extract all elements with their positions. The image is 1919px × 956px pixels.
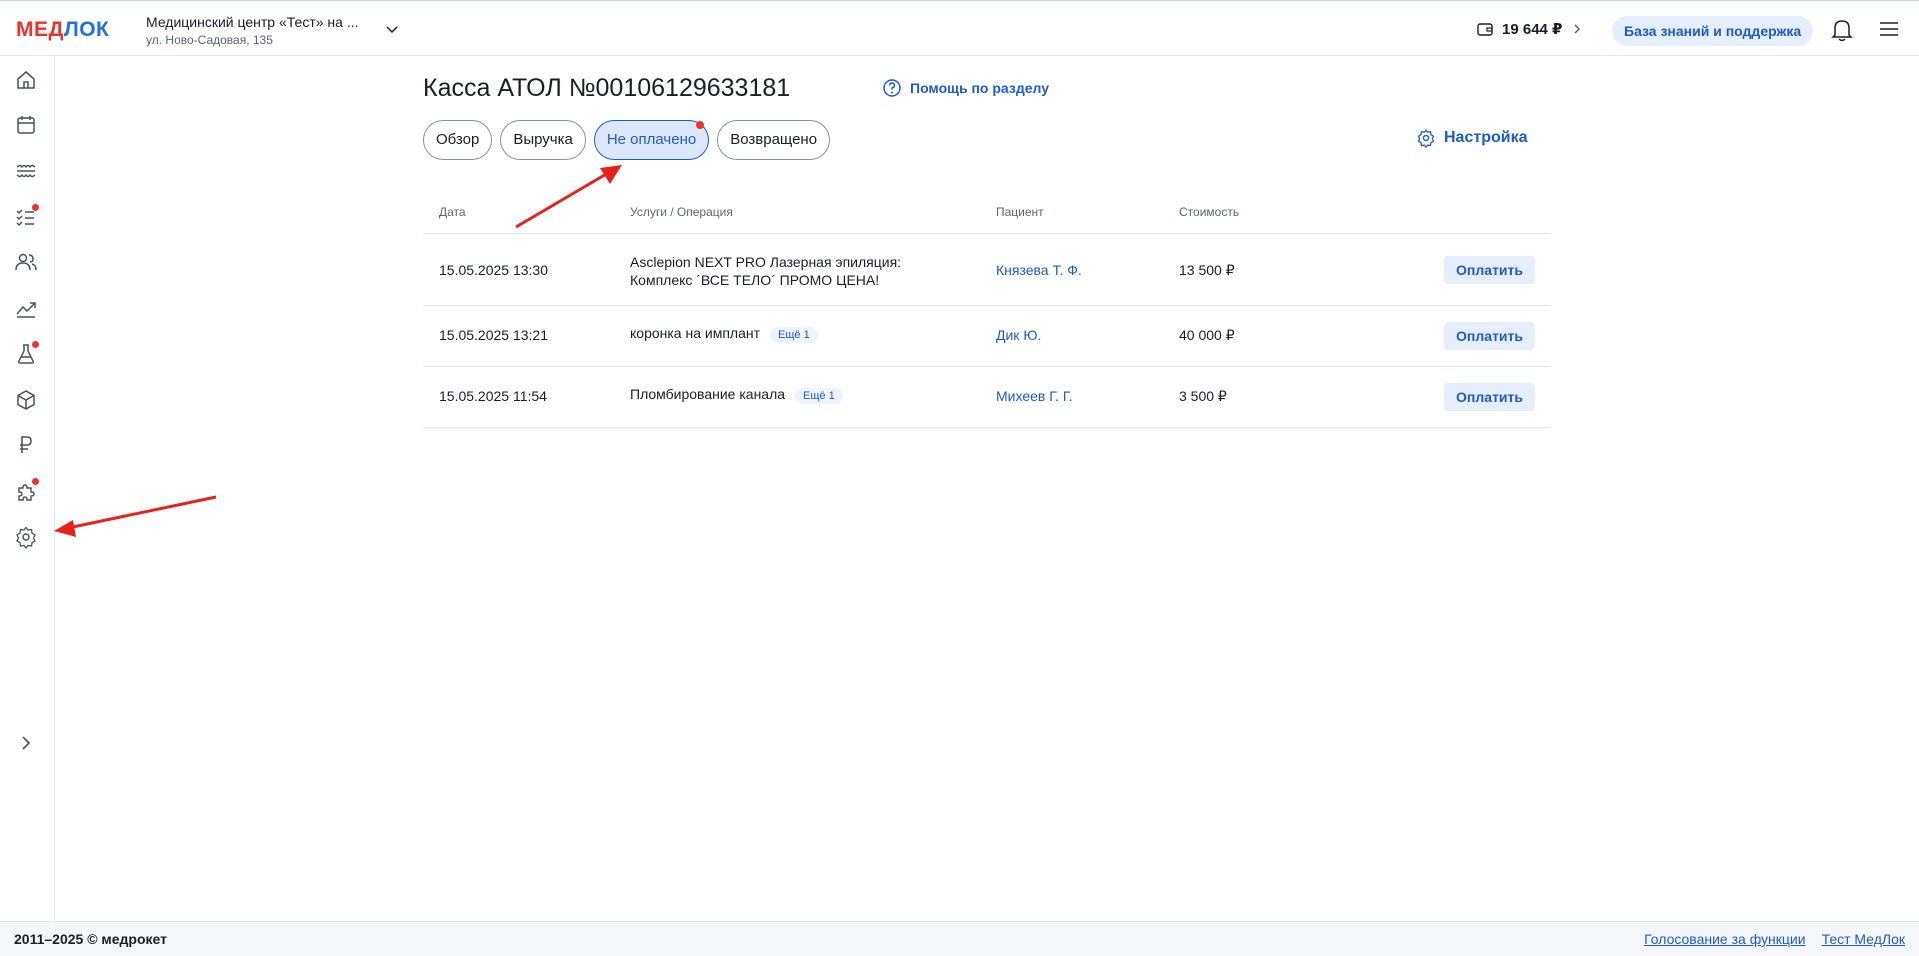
footer-links: Голосование за функции Тест МедЛок bbox=[1644, 931, 1905, 947]
balance-value: 19 644 ₽ bbox=[1502, 21, 1563, 38]
clinic-address: ул. Ново-Садовая, 135 bbox=[146, 33, 273, 47]
patient-link[interactable]: Князева Т. Ф. bbox=[996, 262, 1082, 278]
annotation-arrow-tab bbox=[515, 165, 622, 229]
annotation-arrow-sidebar bbox=[54, 495, 217, 537]
gear-icon bbox=[1417, 129, 1435, 148]
settings-link[interactable]: Настройка bbox=[1416, 128, 1527, 148]
chevron-down-icon[interactable] bbox=[384, 21, 400, 37]
patients-icon[interactable] bbox=[14, 250, 38, 274]
medlok-logo[interactable]: МЕДЛОК bbox=[16, 18, 109, 42]
row-cost: 13 500 ₽ bbox=[1179, 262, 1235, 278]
table-row[interactable]: 15.05.2025 13:21 коронка на имплант Ещё 1… bbox=[423, 306, 1551, 367]
patient-link[interactable]: Дик Ю. bbox=[996, 327, 1041, 343]
analytics-icon[interactable] bbox=[14, 296, 38, 320]
tab-revenue[interactable]: Выручка bbox=[500, 120, 586, 160]
sidebar bbox=[0, 56, 55, 921]
footer: 2011–2025 © медрокет Голосование за функ… bbox=[0, 921, 1919, 956]
patient-link[interactable]: Михеев Г. Г. bbox=[996, 388, 1073, 404]
chevron-right-icon bbox=[1574, 24, 1581, 34]
more-services-badge[interactable]: Ещё 1 bbox=[770, 327, 818, 343]
pay-button[interactable]: Оплатить bbox=[1444, 256, 1535, 284]
menu-icon[interactable] bbox=[1879, 21, 1899, 37]
header-cost: Стоимость bbox=[1179, 205, 1240, 219]
notification-dot bbox=[32, 478, 39, 485]
main-content: Касса АТОЛ №00106129633181 Помощь по раз… bbox=[56, 56, 1919, 921]
help-circle-icon bbox=[883, 79, 901, 97]
row-cost: 40 000 ₽ bbox=[1179, 327, 1235, 343]
top-header: МЕДЛОК Медицинский центр «Тест» на ... у… bbox=[0, 0, 1919, 56]
row-service: Пломбирование канала Ещё 1 bbox=[630, 386, 950, 404]
page-title: Касса АТОЛ №00106129633181 bbox=[423, 74, 791, 102]
row-cost: 3 500 ₽ bbox=[1179, 388, 1227, 404]
notification-dot bbox=[696, 121, 705, 129]
notification-dot bbox=[32, 341, 39, 348]
help-link[interactable]: Помощь по разделу bbox=[882, 78, 1049, 98]
balance-widget[interactable]: 19 644 ₽ bbox=[1476, 20, 1584, 38]
expand-sidebar-chevron-icon[interactable] bbox=[14, 731, 38, 755]
support-button[interactable]: База знаний и поддержка bbox=[1612, 16, 1814, 46]
table-row[interactable]: 15.05.2025 13:30 Asclepion NEXT PRO Лазе… bbox=[423, 234, 1551, 306]
tab-overview[interactable]: Обзор bbox=[423, 120, 493, 160]
more-services-badge[interactable]: Ещё 1 bbox=[795, 388, 843, 404]
notification-dot bbox=[32, 204, 39, 211]
clinic-selector[interactable]: Медицинский центр «Тест» на ... ул. Ново… bbox=[146, 14, 358, 47]
row-service: коронка на имплант Ещё 1 bbox=[630, 325, 950, 343]
row-date: 15.05.2025 13:30 bbox=[439, 262, 548, 278]
tabs: Обзор Выручка Не оплачено Возвращено bbox=[423, 120, 831, 160]
header-patient: Пациент bbox=[996, 205, 1044, 219]
table-row[interactable]: 15.05.2025 11:54 Пломбирование канала Ещё… bbox=[423, 367, 1551, 428]
header-service: Услуги / Операция bbox=[630, 205, 733, 219]
header-date: Дата bbox=[439, 205, 466, 219]
tab-returned[interactable]: Возвращено bbox=[717, 120, 831, 160]
copyright: 2011–2025 © медрокет bbox=[14, 931, 167, 947]
calendar-icon[interactable] bbox=[14, 113, 38, 137]
laboratory-flask-icon[interactable] bbox=[14, 341, 39, 366]
feature-voting-link[interactable]: Голосование за функции bbox=[1644, 931, 1805, 947]
pay-button[interactable]: Оплатить bbox=[1444, 322, 1535, 350]
test-medlok-link[interactable]: Тест МедЛок bbox=[1822, 931, 1905, 947]
tab-unpaid[interactable]: Не оплачено bbox=[593, 120, 710, 160]
tasks-icon[interactable] bbox=[14, 204, 39, 229]
bell-icon[interactable] bbox=[1831, 18, 1853, 42]
wallet-icon bbox=[1477, 23, 1493, 36]
ruble-icon[interactable] bbox=[14, 433, 38, 457]
row-service: Asclepion NEXT PRO Лазерная эпиляция: Ко… bbox=[630, 254, 902, 288]
home-icon[interactable] bbox=[14, 68, 38, 92]
row-date: 15.05.2025 11:54 bbox=[439, 388, 547, 404]
dental-chart-icon[interactable] bbox=[14, 159, 38, 183]
row-date: 15.05.2025 13:21 bbox=[439, 327, 548, 343]
integrations-puzzle-icon[interactable] bbox=[14, 478, 39, 503]
pay-button[interactable]: Оплатить bbox=[1444, 383, 1535, 411]
warehouse-box-icon[interactable] bbox=[14, 388, 38, 412]
gear-icon[interactable] bbox=[14, 525, 38, 550]
clinic-name: Медицинский центр «Тест» на ... bbox=[146, 14, 359, 30]
